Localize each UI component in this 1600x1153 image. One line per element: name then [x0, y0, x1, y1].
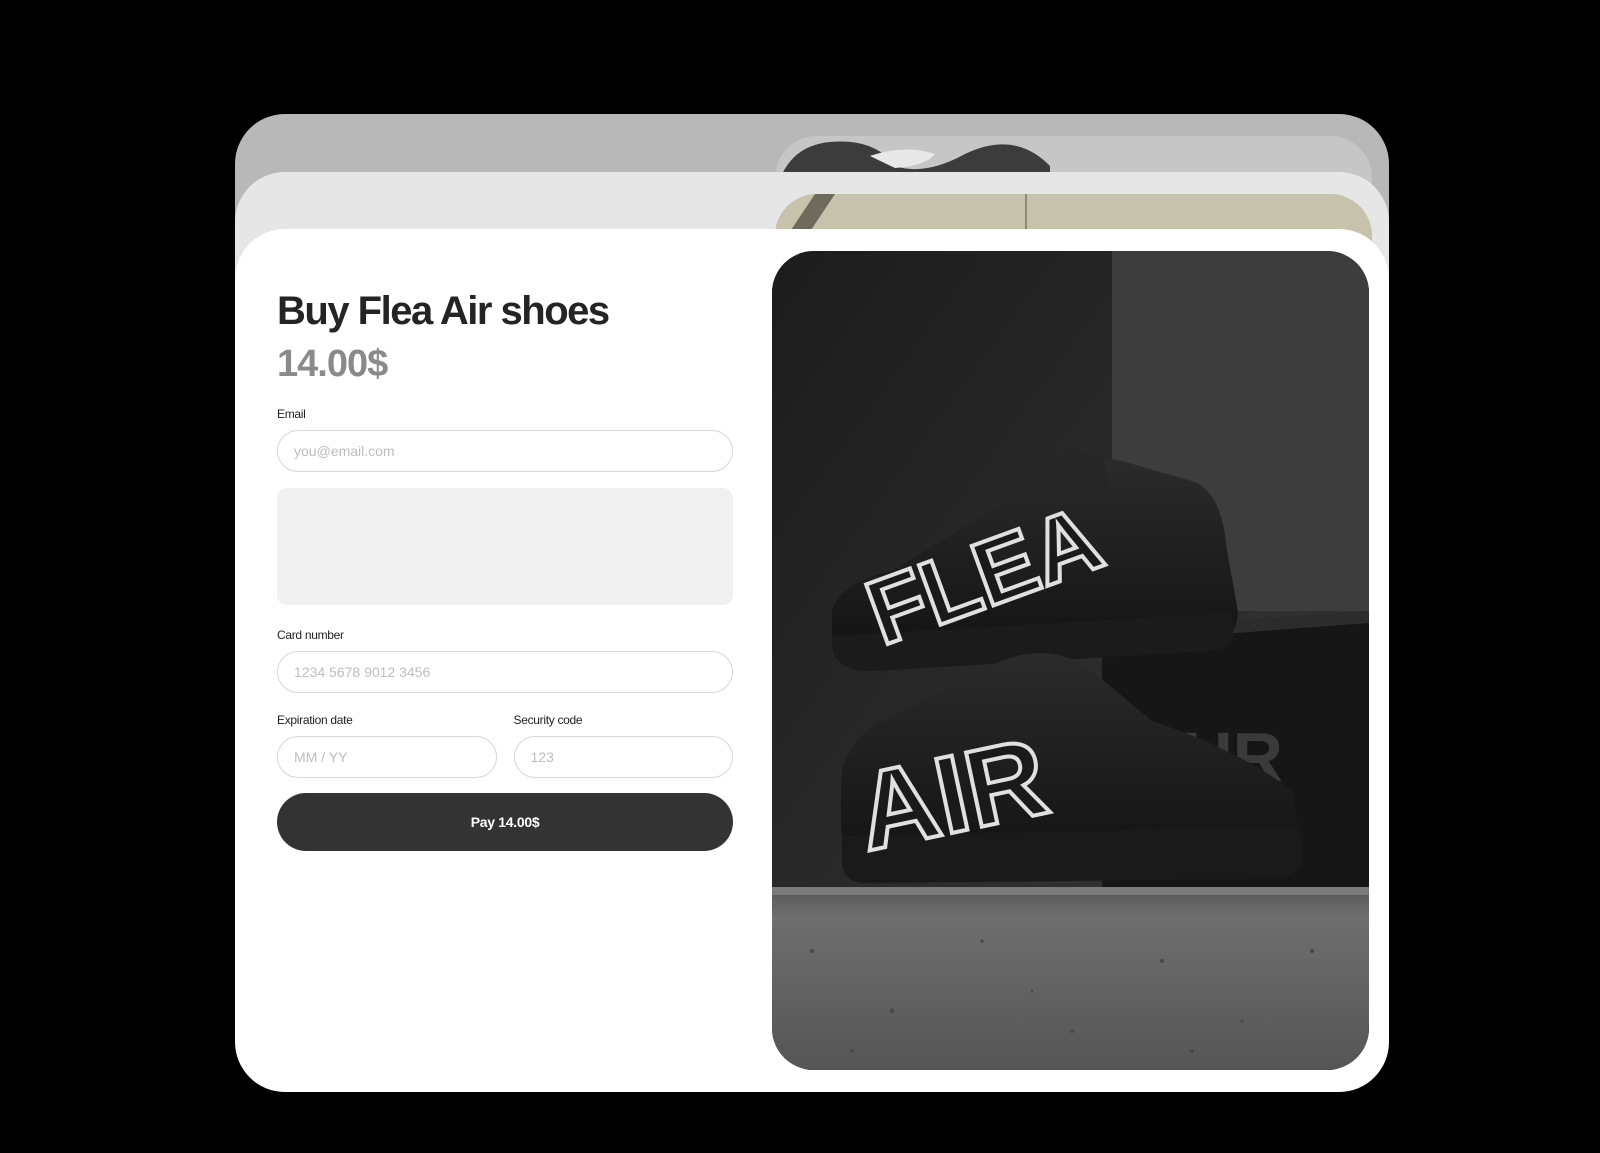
security-code-field[interactable] [513, 736, 733, 778]
card-number-label: Card number [277, 628, 344, 642]
page-title: Buy Flea Air shoes [277, 289, 610, 333]
expiration-field[interactable] [277, 736, 497, 778]
pay-button[interactable]: Pay 14.00$ [277, 793, 733, 851]
email-group: Email [277, 407, 733, 472]
checkout-stage: Buy Flea Air shoes 14.00$ Email Card num… [0, 0, 1600, 1153]
product-image: UR FLEA [772, 251, 1369, 1070]
payment-element-placeholder[interactable] [277, 488, 733, 605]
email-field[interactable] [277, 430, 733, 472]
expiration-label: Expiration date [277, 713, 353, 727]
product-price: 14.00$ [277, 343, 388, 385]
security-group: Security code [513, 713, 733, 778]
email-label: Email [277, 407, 306, 421]
card-number-field[interactable] [277, 651, 733, 693]
checkout-form: Buy Flea Air shoes 14.00$ Email Card num… [277, 287, 733, 851]
card-number-group: Card number [277, 628, 733, 693]
checkout-card: Buy Flea Air shoes 14.00$ Email Card num… [235, 229, 1389, 1092]
card-details-row: Expiration date Security code [277, 713, 733, 778]
expiration-group: Expiration date [277, 713, 497, 778]
security-label: Security code [513, 713, 583, 727]
